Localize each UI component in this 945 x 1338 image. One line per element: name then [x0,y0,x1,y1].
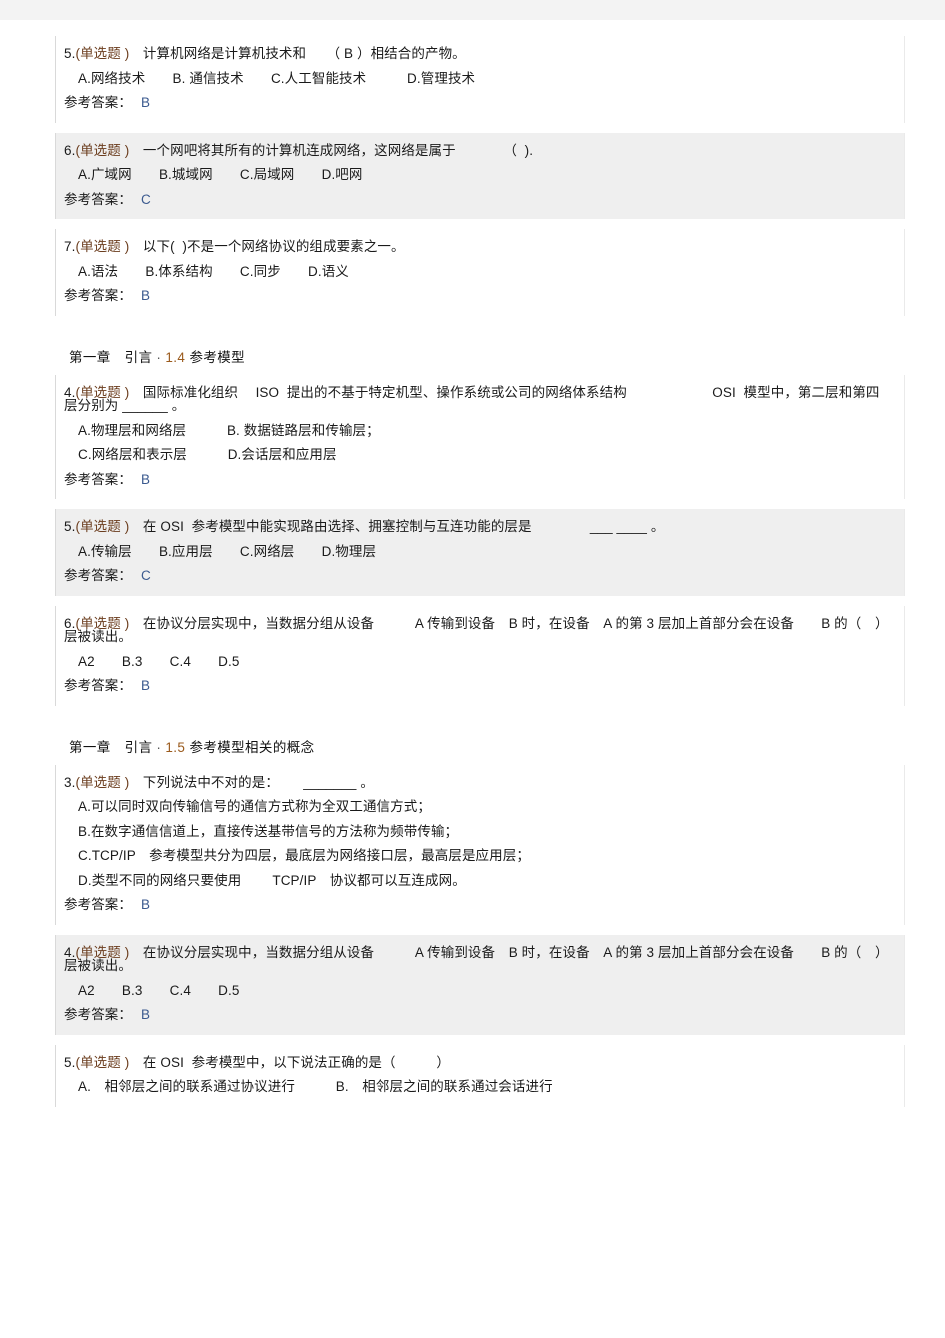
block-gap [55,219,905,229]
question-stem-text: 计算机网络是计算机技术和 （ B ）相结合的产物。 [142,46,466,61]
answer-value: C [141,191,151,207]
question-option: A. 相邻层之间的联系通过协议进行 B. 相邻层之间的联系通过会话进行 [78,1079,553,1094]
question-option: A.广域网 B.城域网 C.局域网 D.吧网 [78,167,363,182]
question-stem-text: 以下( )不是一个网络协议的组成要素之一。 [142,239,405,254]
question-stem: 3.(单选题 ) 下列说法中不对的是： _______ 。 [64,774,890,790]
block-gap [55,122,905,133]
question-option: C.网络层和表示层 D.会话层和应用层 [78,447,337,462]
question-option: A.传输层 B.应用层 C.网络层 D.物理层 [78,543,377,559]
block-gap [55,1034,905,1045]
question-stem: 4.(单选题 ) 在协议分层实现中，当数据分组从设备 A 传输到设备 B 时，在… [64,944,890,973]
question-stem-text: 一个网吧将其所有的计算机连成网络，这网络是属于 （ ). [142,142,534,158]
question-option: A.网络技术 B. 通信技术 C.人工智能技术 D.管理技术 [78,70,476,86]
question-stem-text: 下列说法中不对的是： _______ 。 [142,774,374,790]
section-chapter: 第一章 引言 [69,739,153,755]
section-title: 参考模型相关的概念 [189,739,315,755]
question-number: 6. [64,142,76,158]
question-block: 6.(单选题 ) 在协议分层实现中，当数据分组从设备 A 传输到设备 B 时，在… [55,605,905,706]
answer-label: 参考答案： [64,897,132,912]
answer-value: B [141,897,151,912]
question-option: A2 B.3 C.4 D.5 [78,653,240,669]
question-number: 5. [64,1054,76,1070]
question-block: 3.(单选题 ) 下列说法中不对的是： _______ 。 A.可以同时双向传输信… [55,764,905,925]
answer-label: 参考答案： [64,288,132,303]
section-chapter: 第一章 引言 [69,349,153,365]
answer-label: 参考答案： [64,191,132,207]
question-block: 7.(单选题 ) 以下( )不是一个网络协议的组成要素之一。 A.语法 B.体系结… [55,229,905,316]
question-number: 7. [64,239,76,254]
answer-label: 参考答案： [64,95,132,110]
question-block: 5.(单选题 ) 在 OSI 参考模型中，以下说法正确的是（ ） A. 相邻层之间… [55,1044,905,1107]
answer-value: B [141,95,151,110]
question-number: 5. [64,46,76,61]
section-separator-dot: · [156,349,162,365]
document-page: 5.(单选题 ) 计算机网络是计算机技术和 （ B ）相结合的产物。 A.网络技术… [0,0,945,1338]
question-stem: 6.(单选题 ) 在协议分层实现中，当数据分组从设备 A 传输到设备 B 时，在… [64,615,890,644]
question-type-label: (单选题 ) [75,239,130,254]
answer-label: 参考答案： [64,568,132,583]
question-stem: 6.(单选题 ) 一个网吧将其所有的计算机连成网络，这网络是属于 （ ). [64,142,890,158]
question-stem-text: 在协议分层实现中，当数据分组从设备 A 传输到设备 B 时，在设备 A 的第 3… [64,944,889,973]
answer-row: 参考答案： B [64,471,890,487]
question-type-label: (单选题 ) [75,519,130,534]
question-option: A.语法 B.体系结构 C.同步 D.语义 [78,263,349,279]
question-stem: 5.(单选题 ) 计算机网络是计算机技术和 （ B ）相结合的产物。 [64,47,890,61]
answer-label: 参考答案： [64,471,132,487]
section-title: 参考模型 [189,349,246,365]
question-stem-text: 国际标准化组织 ISO 提出的不基于特定机型、操作系统或公司的网络体系结构 OS… [64,384,880,413]
question-option: A.可以同时双向传输信号的通信方式称为全双工通信方式； [78,799,431,814]
question-option: B.在数字通信信道上，直接传送基带信号的方法称为频带传输； [78,823,459,839]
question-stem-text: 在 OSI 参考模型中，以下说法正确的是（ ） [142,1054,451,1070]
question-stem: 4.(单选题 ) 国际标准化组织 ISO 提出的不基于特定机型、操作系统或公司的… [64,384,890,413]
answer-value: B [141,288,151,303]
block-gap [55,499,905,509]
question-option: D.类型不同的网络只要使用 TCP/IP 协议都可以互连成网。 [78,872,466,888]
section-heading: 第一章 引言 · 1.5 参考模型相关的概念 [55,709,905,765]
answer-label: 参考答案： [64,1007,132,1022]
section-number: 1.4 [165,349,186,365]
document-content: 5.(单选题 ) 计算机网络是计算机技术和 （ B ）相结合的产物。 A.网络技术… [55,20,905,1111]
question-stem: 5.(单选题 ) 在 OSI 参考模型中能实现路由选择、拥塞控制与互连功能的层是… [64,520,890,534]
answer-row: 参考答案： C [64,191,890,207]
question-stem: 7.(单选题 ) 以下( )不是一个网络协议的组成要素之一。 [64,240,890,254]
question-block: 4.(单选题 ) 国际标准化组织 ISO 提出的不基于特定机型、操作系统或公司的… [55,374,905,499]
section-separator-dot: · [156,739,162,755]
answer-row: 参考答案： B [64,898,890,912]
answer-row: 参考答案： C [64,569,890,583]
answer-row: 参考答案： B [64,679,890,693]
answer-row: 参考答案： B [64,289,890,303]
question-option: A2 B.3 C.4 D.5 [78,982,240,998]
question-block: 5.(单选题 ) 计算机网络是计算机技术和 （ B ）相结合的产物。 A.网络技术… [55,36,905,123]
answer-row: 参考答案： B [64,96,890,110]
question-number: 5. [64,519,76,534]
question-type-label: (单选题 ) [75,46,130,61]
block-gap [55,924,905,935]
page-bottom-spacer [0,1110,945,1171]
answer-label: 参考答案： [64,678,132,693]
question-option: C.TCP/IP 参考模型共分为四层，最底层为网络接口层，最高层是应用层； [78,848,530,863]
question-block: 5.(单选题 ) 在 OSI 参考模型中能实现路由选择、拥塞控制与互连功能的层是… [55,509,905,596]
question-type-label: (单选题 ) [75,142,130,158]
block-gap [55,1106,905,1111]
question-option: A.物理层和网络层 B. 数据链路层和传输层； [78,422,380,438]
question-stem: 5.(单选题 ) 在 OSI 参考模型中，以下说法正确的是（ ） [64,1054,890,1070]
answer-row: 参考答案： B [64,1008,890,1022]
question-number: 3. [64,774,76,790]
question-block: 4.(单选题 ) 在协议分层实现中，当数据分组从设备 A 传输到设备 B 时，在… [55,934,905,1035]
answer-value: C [141,568,151,583]
answer-value: B [141,1007,151,1022]
block-gap [55,595,905,606]
answer-value: B [141,678,151,693]
question-block: 6.(单选题 ) 一个网吧将其所有的计算机连成网络，这网络是属于 （ ). A.广… [55,132,905,219]
question-stem-text: 在协议分层实现中，当数据分组从设备 A 传输到设备 B 时，在设备 A 的第 3… [64,615,889,644]
answer-value: B [141,471,151,487]
question-type-label: (单选题 ) [75,1054,130,1070]
question-stem-text: 在 OSI 参考模型中能实现路由选择、拥塞控制与互连功能的层是 ___ ____… [142,519,665,534]
section-number: 1.5 [165,739,186,755]
top-spacer [55,20,905,36]
question-type-label: (单选题 ) [75,774,130,790]
page-top-margin [0,0,945,21]
section-heading: 第一章 引言 · 1.4 参考模型 [55,319,905,375]
